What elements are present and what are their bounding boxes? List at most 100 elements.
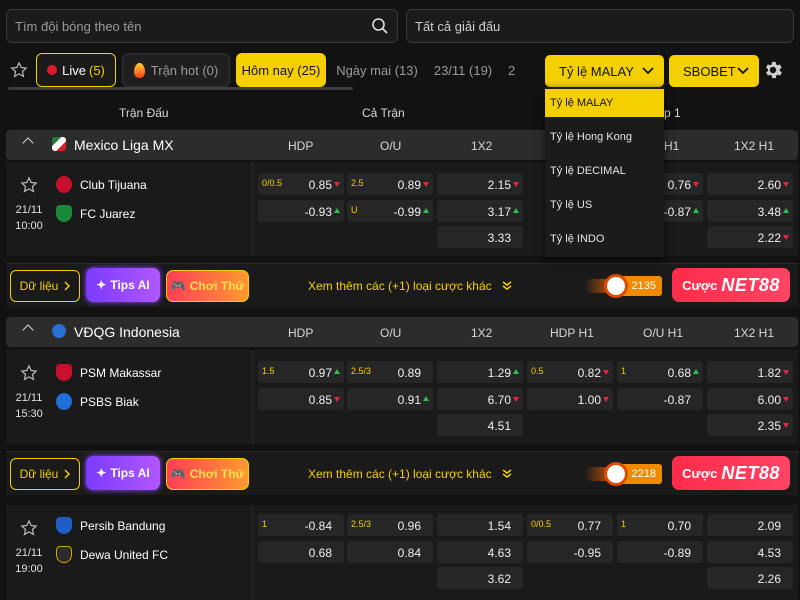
- live-stream-badge[interactable]: 2135: [584, 272, 664, 300]
- favorites-star-icon[interactable]: [8, 61, 30, 79]
- bookmaker-button[interactable]: SBOBET: [669, 55, 759, 87]
- tips-ai-button[interactable]: ✦ Tips AI: [86, 456, 160, 490]
- odd-1x2-h1-away[interactable]: 3.48: [707, 200, 793, 222]
- team-search-box[interactable]: [6, 9, 398, 43]
- arrow-up-icon: [783, 208, 789, 213]
- odd-1x2-draw[interactable]: 4.51: [437, 414, 523, 436]
- odd-1x2-draw[interactable]: 3.62: [437, 567, 523, 589]
- chevron-up-icon[interactable]: [22, 137, 34, 149]
- away-team[interactable]: FC Juarez: [56, 205, 135, 222]
- tab-live[interactable]: Live (5): [36, 53, 116, 87]
- data-button[interactable]: Dữ liệu: [10, 458, 80, 490]
- odd-ou-h1-over[interactable]: 1 0.68: [617, 361, 703, 383]
- live-stream-badge[interactable]: 2218: [584, 460, 664, 488]
- bet-net88-button[interactable]: Cược NET88: [672, 456, 790, 490]
- arrow-down-icon: [783, 370, 789, 375]
- play-trial-button[interactable]: 🎮 Chơi Thử: [166, 458, 249, 490]
- chevron-up-icon[interactable]: [22, 324, 34, 336]
- odd-hdp-away[interactable]: 0.68: [258, 541, 344, 563]
- more-bets-link[interactable]: Xem thêm các (+1) loại cược khác: [308, 279, 512, 293]
- tips-ai-button[interactable]: ✦ Tips AI: [86, 268, 160, 302]
- odd-1x2-h1-home[interactable]: 2.09: [707, 514, 793, 536]
- odd-1x2-h1-away[interactable]: 6.00: [707, 388, 793, 410]
- arrow-down-icon: [783, 235, 789, 240]
- odd-hdp-h1-away[interactable]: -0.95: [527, 541, 613, 563]
- data-button[interactable]: Dữ liệu: [10, 270, 80, 302]
- odd-1x2-away[interactable]: 6.70: [437, 388, 523, 410]
- odd-hdp-away[interactable]: -0.93: [258, 200, 344, 222]
- league-name: VĐQG Indonesia: [74, 324, 180, 340]
- odd-ou-over[interactable]: 2.5 0.89: [347, 173, 433, 195]
- hdr-hdp: HDP: [288, 139, 314, 153]
- odd-1x2-home[interactable]: 1.29: [437, 361, 523, 383]
- chevron-down-icon: [737, 67, 749, 75]
- match-row: 21/11 19:00 Persib Bandung Dewa United FC…: [6, 505, 798, 600]
- soccer-ball-icon: [604, 462, 628, 486]
- home-team[interactable]: Club Tijuana: [56, 176, 147, 193]
- hdr-ou-h1: O/U H1: [643, 326, 684, 340]
- tab-today[interactable]: Hôm nay (25): [236, 53, 326, 87]
- odd-ou-over[interactable]: 2.5/3 0.96: [347, 514, 433, 536]
- bet-net88-button[interactable]: Cược NET88: [672, 268, 790, 302]
- odd-1x2-home[interactable]: 1.54: [437, 514, 523, 536]
- odds-option-decimal[interactable]: Tỷ lệ DECIMAL: [545, 157, 664, 185]
- odd-1x2-h1-home[interactable]: 1.82: [707, 361, 793, 383]
- favorite-star-icon[interactable]: [20, 364, 38, 382]
- odd-hdp-home[interactable]: 0/0.5 0.85: [258, 173, 344, 195]
- match-datetime: 21/11 15:30: [15, 392, 43, 420]
- odd-hdp-h1-away[interactable]: 1.00: [527, 388, 613, 410]
- away-team[interactable]: PSBS Biak: [56, 393, 139, 410]
- odd-1x2-h1-draw[interactable]: 2.26: [707, 567, 793, 589]
- flame-icon: [133, 62, 145, 78]
- home-team[interactable]: PSM Makassar: [56, 364, 161, 381]
- match-info: 21/11 19:00 Persib Bandung Dewa United FC: [6, 505, 253, 600]
- home-team[interactable]: Persib Bandung: [56, 517, 165, 534]
- odd-1x2-h1-draw[interactable]: 2.35: [707, 414, 793, 436]
- odds-option-malay[interactable]: Tỷ lệ MALAY: [545, 89, 664, 117]
- odd-ou-under[interactable]: 0.84: [347, 541, 433, 563]
- arrow-down-icon: [513, 182, 519, 187]
- league-header[interactable]: VĐQG Indonesia HDP O/U 1X2 HDP H1 O/U H1…: [6, 317, 798, 347]
- search-icon[interactable]: [371, 17, 389, 35]
- tab-date-2[interactable]: 2: [504, 53, 519, 87]
- odd-1x2-home[interactable]: 2.15: [437, 173, 523, 195]
- more-bets-link[interactable]: Xem thêm các (+1) loại cược khác: [308, 467, 512, 481]
- odd-ou-under[interactable]: 0.91: [347, 388, 433, 410]
- odd-hdp-h1-home[interactable]: 0/0.5 0.77: [527, 514, 613, 536]
- odd-hdp-home[interactable]: 1.5 0.97: [258, 361, 344, 383]
- team-search-input[interactable]: [15, 18, 371, 34]
- arrow-up-icon: [423, 208, 429, 213]
- odd-ou-over[interactable]: 2.5/3 0.89: [347, 361, 433, 383]
- hdr-ou-h1: H1: [664, 139, 680, 153]
- odds-option-indo[interactable]: Tỷ lệ INDO: [545, 225, 664, 253]
- odd-1x2-draw[interactable]: 3.33: [437, 226, 523, 248]
- odd-hdp-h1-home[interactable]: 0.5 0.82: [527, 361, 613, 383]
- play-trial-button[interactable]: 🎮 Chơi Thử: [166, 270, 249, 302]
- odds-option-hongkong[interactable]: Tỷ lệ Hong Kong: [545, 123, 664, 151]
- odd-ou-h1-under[interactable]: -0.87: [617, 388, 703, 410]
- away-team[interactable]: Dewa United FC: [56, 546, 168, 563]
- favorite-star-icon[interactable]: [20, 176, 38, 194]
- odd-1x2-away[interactable]: 3.17: [437, 200, 523, 222]
- tab-date-1[interactable]: 23/11 (19): [428, 53, 498, 87]
- tab-tomorrow[interactable]: Ngày mai (13): [332, 53, 422, 87]
- odd-hdp-away[interactable]: 0.85: [258, 388, 344, 410]
- date-tabs: Live (5) Trận hot (0) Hôm nay (25) Ngày …: [8, 53, 538, 87]
- odd-1x2-h1-away[interactable]: 4.53: [707, 541, 793, 563]
- tabs-scrollbar[interactable]: [8, 87, 353, 90]
- favorite-star-icon[interactable]: [20, 519, 38, 537]
- odd-1x2-h1-home[interactable]: 2.60: [707, 173, 793, 195]
- tab-hot[interactable]: Trận hot (0): [122, 53, 230, 87]
- odd-ou-h1-under[interactable]: -0.89: [617, 541, 703, 563]
- odd-ou-under[interactable]: U -0.99: [347, 200, 433, 222]
- odd-1x2-away[interactable]: 4.63: [437, 541, 523, 563]
- odd-1x2-h1-draw[interactable]: 2.22: [707, 226, 793, 248]
- odds-option-us[interactable]: Tỷ lệ US: [545, 191, 664, 219]
- league-filter-select[interactable]: Tất cả giải đấu: [406, 9, 794, 43]
- match-row: 21/11 10:00 Club Tijuana FC Juarez 0/0.5 0…: [6, 162, 798, 256]
- league-header[interactable]: Mexico Liga MX HDP O/U 1X2 H1 1X2 H1: [6, 130, 798, 160]
- odds-format-button[interactable]: Tỷ lệ MALAY: [545, 55, 664, 87]
- odd-ou-h1-over[interactable]: 1 0.70: [617, 514, 703, 536]
- odd-hdp-home[interactable]: 1 -0.84: [258, 514, 344, 536]
- gear-icon[interactable]: [762, 59, 784, 81]
